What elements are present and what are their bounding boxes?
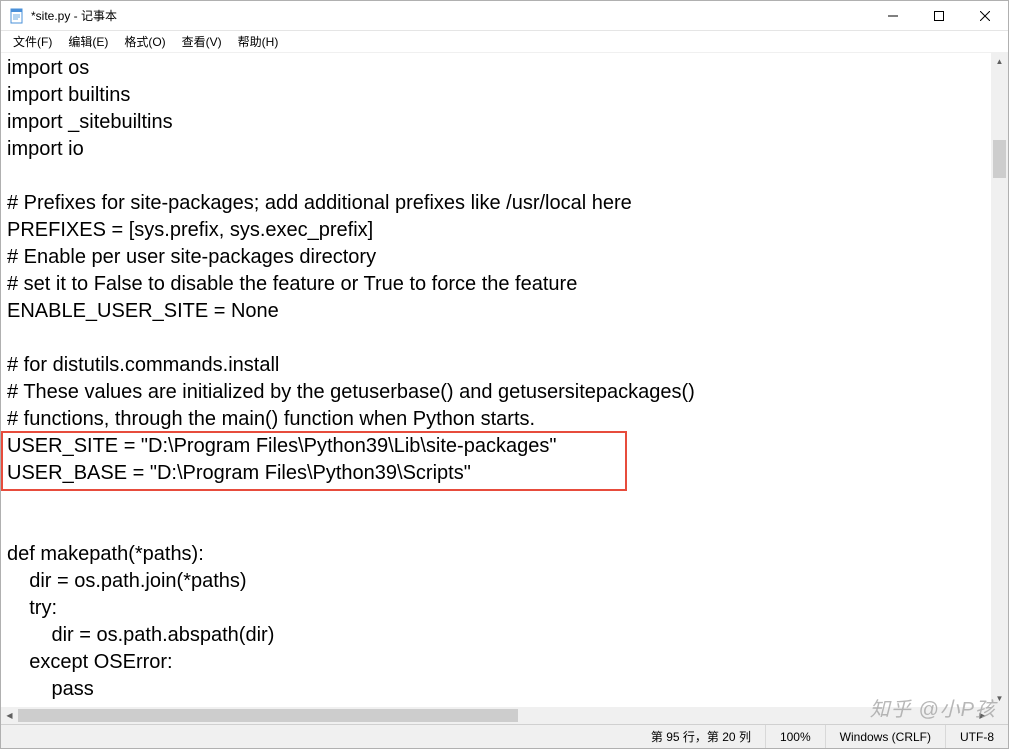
horizontal-scroll-track[interactable] [18, 707, 974, 724]
scroll-right-button[interactable]: ▶ [974, 707, 991, 724]
scroll-up-button[interactable]: ▲ [991, 53, 1008, 70]
window-title: *site.py - 记事本 [31, 7, 117, 24]
menu-format[interactable]: 格式(O) [116, 31, 173, 52]
statusbar: 第 95 行，第 20 列 100% Windows (CRLF) UTF-8 [1, 724, 1008, 748]
status-zoom: 100% [765, 725, 825, 748]
editor-area: import os import builtins import _sitebu… [1, 53, 1008, 724]
notepad-icon [9, 8, 25, 24]
menu-view[interactable]: 查看(V) [174, 31, 230, 52]
editor-textarea[interactable]: import os import builtins import _sitebu… [1, 53, 991, 707]
scroll-down-button[interactable]: ▼ [991, 690, 1008, 707]
vertical-scrollbar[interactable]: ▲ ▼ [991, 53, 1008, 707]
close-button[interactable] [962, 1, 1008, 31]
menu-file[interactable]: 文件(F) [5, 31, 60, 52]
vertical-scroll-track[interactable] [991, 70, 1008, 690]
menu-help[interactable]: 帮助(H) [230, 31, 287, 52]
scroll-corner [991, 707, 1008, 724]
horizontal-scrollbar[interactable]: ◀ ▶ [1, 707, 991, 724]
menu-edit[interactable]: 编辑(E) [60, 31, 116, 52]
maximize-button[interactable] [916, 1, 962, 31]
status-line-ending: Windows (CRLF) [825, 725, 945, 748]
vertical-scroll-thumb[interactable] [993, 140, 1006, 178]
titlebar: *site.py - 记事本 [1, 1, 1008, 31]
menubar: 文件(F) 编辑(E) 格式(O) 查看(V) 帮助(H) [1, 31, 1008, 53]
minimize-button[interactable] [870, 1, 916, 31]
status-position: 第 95 行，第 20 列 [637, 725, 765, 748]
horizontal-scroll-thumb[interactable] [18, 709, 518, 722]
scroll-left-button[interactable]: ◀ [1, 707, 18, 724]
status-encoding: UTF-8 [945, 725, 1008, 748]
